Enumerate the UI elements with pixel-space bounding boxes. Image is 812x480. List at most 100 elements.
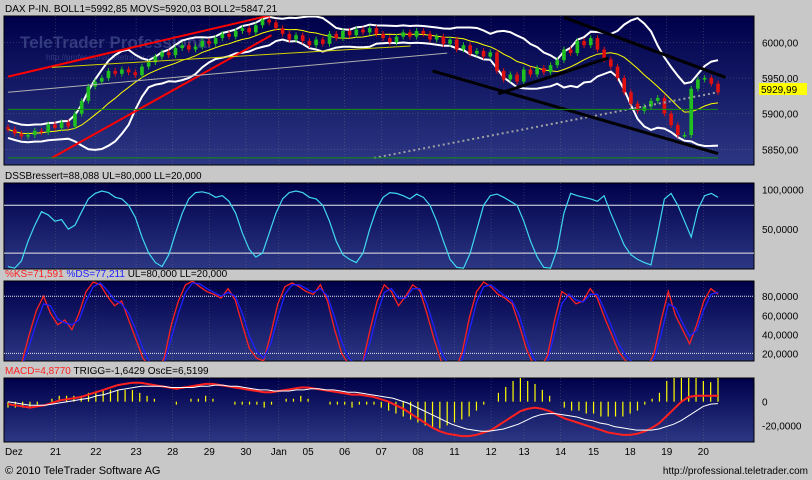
candle-body <box>501 70 506 80</box>
macd-indicator-label: MACD=4,8770 TRIGG=-1,6429 OscE=6,5199 <box>5 366 209 377</box>
price-y-tick: 5850,00 <box>762 145 799 156</box>
candle-body <box>173 48 178 56</box>
candle-body <box>260 19 265 26</box>
x-tick-label: 28 <box>167 447 179 458</box>
candle-body <box>307 40 312 46</box>
candle-body <box>86 86 91 101</box>
x-tick-label: Dez <box>5 447 23 458</box>
price-y-tick: 5900,00 <box>762 110 799 121</box>
x-tick-label: 22 <box>90 447 102 458</box>
candle-body <box>555 60 560 66</box>
candle-body <box>46 124 51 133</box>
dss-y-tick: 100,0000 <box>762 185 804 196</box>
candle-body <box>521 69 526 82</box>
x-tick-label: 12 <box>486 447 498 458</box>
candle-body <box>374 28 379 34</box>
candle-body <box>716 83 720 93</box>
candle-body <box>387 38 392 43</box>
candle-body <box>508 74 513 80</box>
candle-body <box>434 36 439 40</box>
candle-body <box>247 28 251 33</box>
candle-body <box>702 78 707 80</box>
candle-body <box>709 78 714 84</box>
candle-body <box>662 97 667 114</box>
candle-body <box>428 33 432 40</box>
candle-body <box>26 135 30 137</box>
x-tick-label: Jan <box>271 447 287 458</box>
candle-body <box>207 40 211 44</box>
stochastic-y-tick: 40,0000 <box>762 330 799 341</box>
x-tick-label: 11 <box>449 447 460 458</box>
candle-body <box>12 129 17 134</box>
x-tick-label: 07 <box>376 447 388 458</box>
candle-body <box>227 33 231 37</box>
x-tick-label: 30 <box>240 447 252 458</box>
candle-body <box>582 40 586 46</box>
candle-body <box>575 40 580 54</box>
candle-body <box>160 52 164 57</box>
candle-body <box>562 49 566 61</box>
trigg-series-name: TRIGG=-1,6429 <box>73 366 145 377</box>
stochastic-y-tick: 80,0000 <box>762 292 799 303</box>
candle-body <box>622 78 627 93</box>
candle-body <box>461 45 466 50</box>
candle-body <box>629 92 633 104</box>
candle-body <box>39 130 44 133</box>
candle-body <box>401 32 406 37</box>
candle-body <box>381 33 385 39</box>
candle-body <box>73 113 77 127</box>
x-tick-label: 08 <box>412 447 424 458</box>
candle-body <box>287 33 292 40</box>
candle-body <box>615 66 620 79</box>
candle-body <box>535 68 539 75</box>
stochastic-panel <box>3 280 755 362</box>
candle-body <box>689 88 694 136</box>
macd-y-tick: 0 <box>762 398 768 409</box>
candle-body <box>79 100 84 114</box>
candle-body <box>254 25 258 33</box>
candle-body <box>280 28 285 34</box>
macd-y-tick: -20,0000 <box>762 421 802 432</box>
candle-body <box>213 38 218 44</box>
candle-body <box>488 52 493 57</box>
candle-body <box>675 125 680 136</box>
candle-body <box>140 66 144 76</box>
candle-body <box>655 97 660 101</box>
x-tick-label: 23 <box>131 447 143 458</box>
candle-body <box>441 36 446 44</box>
candle-body <box>394 36 399 43</box>
footer-url: http://professional.teletrader.com <box>663 466 808 477</box>
candle-body <box>408 32 412 37</box>
last-price-value: 5929,99 <box>761 85 798 96</box>
candle-body <box>696 79 700 89</box>
candle-body <box>294 35 298 40</box>
candle-body <box>361 29 365 33</box>
x-tick-label: 05 <box>303 447 315 458</box>
candle-body <box>548 65 553 73</box>
candle-body <box>327 33 332 44</box>
dss-indicator-label: DSSBressert=88,088 UL=80,000 LL=20,000 <box>5 171 202 182</box>
candle-body <box>515 74 519 82</box>
candle-body <box>300 35 305 41</box>
x-tick-label: 29 <box>204 447 216 458</box>
stochastic-y-tick: 20,0000 <box>762 349 799 360</box>
candle-body <box>113 70 117 74</box>
dss-y-tick: 50,0000 <box>762 225 799 236</box>
candle-body <box>133 72 138 76</box>
candle-body <box>274 22 278 29</box>
candle-body <box>468 45 472 54</box>
ds-series-name: %DS=77,211 <box>66 269 125 280</box>
candle-body <box>59 122 64 128</box>
candle-body <box>220 33 225 39</box>
candle-body <box>267 19 272 23</box>
candle-body <box>341 30 345 39</box>
candle-body <box>99 78 104 82</box>
candle-body <box>66 122 71 127</box>
candle-body <box>421 30 426 34</box>
footer-copyright: © 2010 TeleTrader Software AG <box>5 465 160 477</box>
macd-series-name: MACD=4,8770 <box>5 366 71 377</box>
candle-body <box>187 45 191 50</box>
x-tick-label: 13 <box>518 447 530 458</box>
dss-panel <box>3 182 755 270</box>
x-tick-label: 14 <box>555 447 567 458</box>
